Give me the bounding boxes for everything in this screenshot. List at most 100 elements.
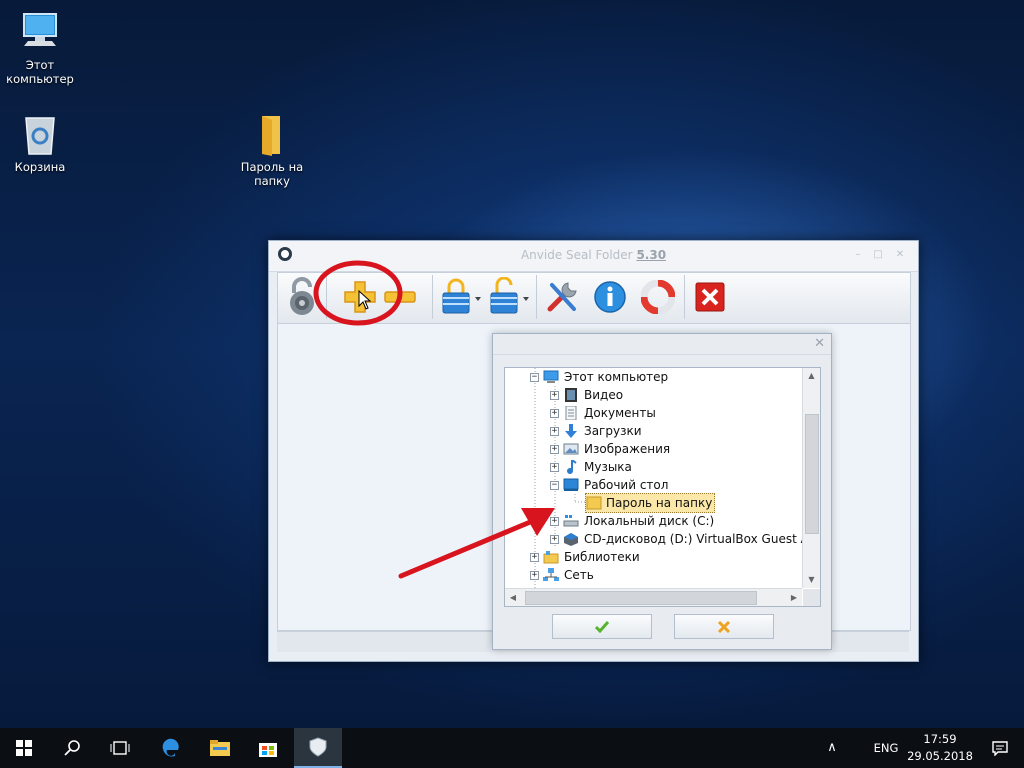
collapse-icon[interactable]: − — [530, 372, 539, 382]
computer-icon — [18, 10, 62, 54]
dialog-close-icon[interactable]: ✕ — [814, 336, 825, 351]
info-button[interactable] — [588, 275, 632, 319]
dialog-title-bar[interactable]: ✕ — [493, 334, 831, 355]
folder-icon — [586, 496, 602, 510]
notifications-icon — [992, 741, 1008, 756]
clock[interactable]: 17:59 29.05.2018 — [906, 732, 974, 763]
exit-icon — [695, 282, 725, 312]
cancel-button[interactable] — [674, 614, 774, 639]
desktop-icon-password-folder[interactable]: Пароль на папку — [232, 112, 312, 188]
app-version-link[interactable]: 5.30 — [636, 248, 666, 262]
maximize-icon[interactable]: □ — [871, 250, 885, 260]
browse-folder-dialog: ✕ − Этот компьютер + Видео + Документы +… — [492, 333, 832, 650]
settings-button[interactable] — [540, 275, 584, 319]
desktop-icon — [563, 478, 579, 491]
tree-item-downloads[interactable]: + Загрузки — [550, 422, 642, 440]
task-view-icon — [110, 741, 130, 755]
scroll-thumb[interactable] — [525, 591, 757, 605]
tree-item-label: Документы — [584, 406, 656, 420]
search-button[interactable] — [48, 728, 96, 768]
selection-highlight: Пароль на папку — [585, 493, 716, 513]
annotation-arrow — [398, 508, 555, 579]
tree-item-cd-drive[interactable]: + CD-дисковод (D:) VirtualBox Guest Ad — [550, 530, 816, 548]
edge-icon — [162, 738, 179, 757]
exit-button[interactable] — [688, 275, 732, 319]
tree-item-label: Загрузки — [584, 424, 642, 438]
tree-item-music[interactable]: + Музыка — [550, 458, 632, 476]
tree-item-password-folder[interactable]: Пароль на папку — [585, 493, 716, 513]
minimize-icon[interactable]: – — [851, 250, 865, 260]
desktop-icon-label: Этот компьютер — [6, 58, 74, 86]
tree-item-label: Пароль на папку — [606, 496, 713, 510]
anvide-taskbar-button[interactable] — [294, 728, 342, 768]
tray-chevron-icon[interactable]: ∧ — [822, 740, 842, 755]
video-icon — [565, 388, 577, 402]
close-access-button[interactable] — [436, 275, 486, 319]
folder-icon — [250, 112, 294, 156]
tree-item-label: Рабочий стол — [584, 478, 669, 492]
downloads-icon — [565, 424, 577, 438]
cancel-x-icon — [717, 620, 731, 633]
settings-icon — [547, 282, 577, 312]
start-button[interactable] — [0, 728, 48, 768]
tree-item-video[interactable]: + Видео — [550, 386, 623, 404]
search-icon — [64, 740, 80, 756]
tree-item-label: Музыка — [584, 460, 632, 474]
images-icon — [563, 443, 579, 455]
open-access-icon — [490, 277, 529, 314]
tree-item-label: Изображения — [584, 442, 671, 456]
store-button[interactable] — [244, 728, 292, 768]
horizontal-scrollbar[interactable]: ◀ ▶ — [505, 588, 802, 606]
expand-icon[interactable]: + — [550, 426, 559, 436]
clock-date: 29.05.2018 — [907, 749, 973, 763]
scroll-up-icon[interactable]: ▲ — [803, 368, 820, 384]
app-title: Anvide Seal Folder — [520, 248, 633, 262]
vertical-scrollbar[interactable]: ▲ ▼ — [802, 368, 820, 588]
desktop-icon-label: Пароль на папку — [240, 160, 304, 188]
scroll-left-icon[interactable]: ◀ — [505, 589, 521, 606]
expand-icon[interactable]: + — [550, 444, 559, 454]
scroll-right-icon[interactable]: ▶ — [786, 589, 802, 606]
store-icon — [259, 743, 277, 757]
scroll-down-icon[interactable]: ▼ — [803, 572, 820, 588]
expand-icon[interactable]: + — [550, 390, 559, 400]
tree-item-label: Библиотеки — [564, 550, 640, 564]
tree-item-documents[interactable]: + Документы — [550, 404, 656, 422]
desktop-icon-recycle-bin[interactable]: Корзина — [0, 112, 80, 174]
input-language[interactable]: ENG — [868, 741, 904, 755]
desktop-icon-this-pc[interactable]: Этот компьютер — [0, 10, 80, 86]
toolbar-separator — [684, 275, 685, 319]
music-icon — [567, 460, 577, 474]
documents-icon — [565, 406, 577, 420]
clock-time: 17:59 — [923, 732, 957, 746]
desktop-icon-label: Корзина — [14, 160, 66, 174]
tree-item-label: CD-дисковод (D:) VirtualBox Guest Ad — [584, 532, 817, 546]
ok-button[interactable] — [552, 614, 652, 639]
scroll-thumb[interactable] — [805, 414, 819, 534]
scrollbar-corner — [803, 589, 820, 606]
file-explorer-button[interactable] — [196, 728, 244, 768]
tree-item-images[interactable]: + Изображения — [550, 440, 670, 458]
expand-icon[interactable]: + — [550, 408, 559, 418]
taskbar: ∧ ENG 17:59 29.05.2018 — [0, 728, 1024, 768]
file-explorer-icon — [210, 740, 230, 756]
toolbar-separator — [536, 275, 537, 319]
notifications-button[interactable] — [976, 728, 1024, 768]
tree-item-this-pc[interactable]: − Этот компьютер — [530, 368, 668, 386]
recycle-bin-icon — [18, 112, 62, 156]
open-access-button[interactable] — [484, 275, 534, 319]
close-icon[interactable]: ✕ — [893, 250, 907, 260]
expand-icon[interactable]: + — [550, 462, 559, 472]
tree-item-label: Видео — [584, 388, 624, 402]
tree-item-desktop[interactable]: − Рабочий стол — [550, 476, 668, 494]
tree-item-label: Локальный диск (C:) — [584, 514, 715, 528]
shield-icon — [309, 737, 327, 757]
close-access-icon — [442, 278, 481, 314]
windows-logo-icon — [16, 740, 32, 756]
collapse-icon[interactable]: − — [550, 480, 559, 490]
mouse-cursor-icon — [358, 290, 372, 310]
edge-button[interactable] — [146, 728, 194, 768]
help-button[interactable] — [636, 275, 680, 319]
task-view-button[interactable] — [96, 728, 144, 768]
tree-item-label: Этот компьютер — [564, 370, 669, 384]
